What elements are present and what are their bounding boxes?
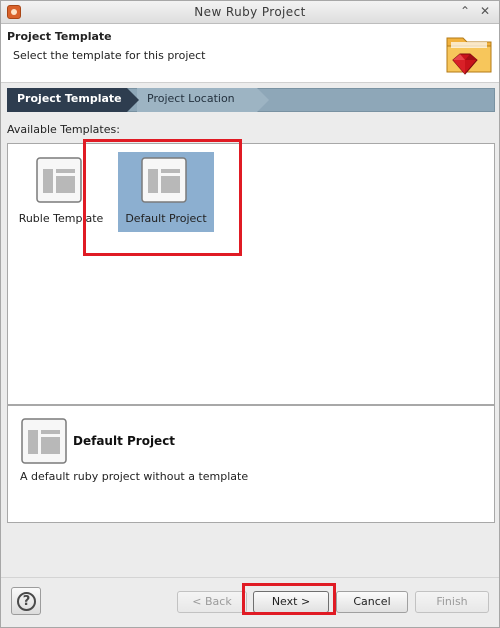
window-title: New Ruby Project — [194, 5, 306, 19]
details-title: Default Project — [73, 434, 176, 448]
available-templates-label: Available Templates: — [7, 123, 120, 136]
template-details: Default Project A default ruby project w… — [7, 405, 495, 523]
finish-button[interactable]: Finish — [415, 591, 489, 613]
help-button[interactable]: ? — [11, 587, 41, 615]
template-label: Ruble Template — [18, 212, 104, 225]
step-project-template[interactable]: Project Template — [7, 88, 139, 112]
template-item-default-project[interactable]: Default Project — [118, 152, 214, 232]
templates-list[interactable]: Ruble Template Default Project — [7, 143, 495, 405]
template-label: Default Project — [125, 212, 207, 225]
step-project-location[interactable]: Project Location — [137, 88, 269, 112]
template-layout-icon — [36, 157, 82, 203]
template-item-ruble[interactable]: Ruble Template — [13, 152, 109, 232]
details-description: A default ruby project without a templat… — [20, 470, 249, 483]
template-layout-icon — [141, 157, 187, 203]
back-button[interactable]: < Back — [177, 591, 247, 613]
page-description: Select the template for this project — [13, 49, 206, 62]
ruby-folder-icon — [446, 37, 492, 75]
new-ruby-project-dialog: New Ruby Project ⌃ ✕ Project Template Se… — [0, 0, 500, 628]
restore-icon[interactable]: ⌃ — [457, 3, 473, 19]
wizard-steps: Project Location Project Template — [7, 88, 495, 112]
close-icon[interactable]: ✕ — [477, 3, 493, 19]
next-button[interactable]: Next > — [253, 591, 329, 613]
footer-divider — [1, 577, 499, 578]
help-icon: ? — [17, 592, 36, 611]
cancel-button[interactable]: Cancel — [336, 591, 408, 613]
template-layout-icon — [21, 418, 67, 464]
wizard-header: Project Template Select the template for… — [1, 24, 499, 83]
page-title: Project Template — [7, 30, 112, 43]
title-bar[interactable]: New Ruby Project ⌃ ✕ — [1, 1, 499, 24]
